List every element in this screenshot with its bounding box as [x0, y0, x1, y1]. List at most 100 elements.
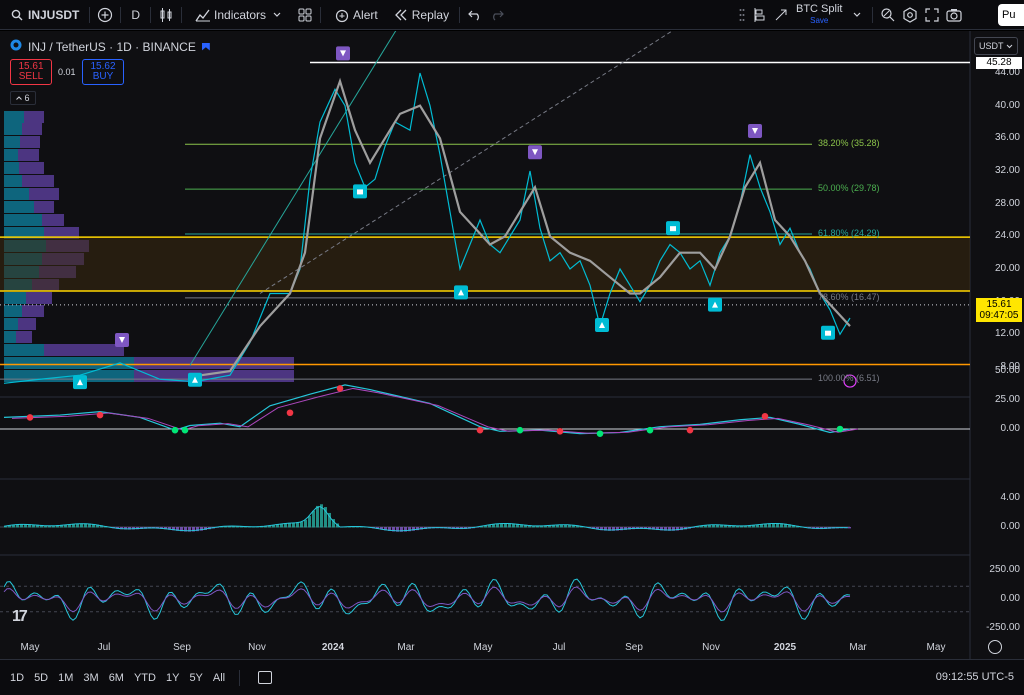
- oscillator-cross-dot[interactable]: [336, 385, 344, 392]
- oscillator-cross-dot[interactable]: [476, 426, 484, 434]
- redo-icon[interactable]: [486, 4, 508, 26]
- volume-profile-bar: [4, 318, 18, 330]
- range-button-1m[interactable]: 1M: [58, 672, 73, 684]
- layout-save-status: Save: [810, 16, 829, 25]
- split-icon[interactable]: [770, 4, 792, 26]
- range-button-all[interactable]: All: [213, 672, 225, 684]
- lock-icon: [670, 226, 676, 232]
- volume-profile-bar: [134, 357, 294, 369]
- symbol-search[interactable]: INJUSDT: [0, 0, 85, 30]
- chart-area[interactable]: INJ / TetherUS · 1D · BINANCE 15.61 SELL…: [0, 31, 1024, 659]
- calendar-icon[interactable]: [258, 671, 273, 684]
- oscillator-cross-dot[interactable]: [646, 426, 654, 434]
- divider: [150, 6, 152, 23]
- range-button-5d[interactable]: 5D: [34, 672, 48, 684]
- range-button-3m[interactable]: 3M: [83, 672, 98, 684]
- oscillator-cross-dot[interactable]: [686, 426, 694, 434]
- indicators-collapse-button[interactable]: 6: [10, 91, 36, 105]
- oscillator-signal-line[interactable]: [11, 387, 859, 434]
- replay-label: Replay: [411, 7, 450, 22]
- volume-profile-bar: [18, 318, 36, 330]
- interval-button[interactable]: D: [125, 0, 146, 30]
- range-button-6m[interactable]: 6M: [109, 672, 124, 684]
- divider: [459, 6, 461, 23]
- oscillator-cross-dot[interactable]: [96, 411, 104, 419]
- volume-profile-bar: [4, 149, 18, 161]
- volume-profile-bar: [18, 149, 39, 161]
- flag-icon[interactable]: [201, 42, 210, 51]
- chevron-down-icon[interactable]: [266, 4, 288, 26]
- rewind-icon: [390, 4, 412, 26]
- quick-search-icon[interactable]: [877, 4, 899, 26]
- layout-name-button[interactable]: BTC Split Save: [796, 4, 842, 26]
- chevron-down-icon: [1006, 44, 1013, 48]
- time-axis-label: Sep: [625, 642, 643, 653]
- chart-canvas[interactable]: [0, 31, 1024, 659]
- oscillator-cross-dot[interactable]: [556, 428, 564, 435]
- oscillator-cross-dot[interactable]: [596, 430, 604, 437]
- range-button-ytd[interactable]: YTD: [134, 672, 156, 684]
- undo-icon[interactable]: [464, 4, 486, 26]
- volume-profile-bar: [42, 214, 64, 226]
- replay-button[interactable]: Replay: [384, 0, 455, 30]
- volume-profile-bar: [44, 344, 124, 356]
- volume-profile-bar: [20, 136, 40, 148]
- alert-button[interactable]: Alert: [325, 0, 384, 30]
- tradingview-logo[interactable]: 17: [12, 608, 28, 626]
- currency-label: USDT: [979, 41, 1004, 51]
- pane-axis-label: 50.00: [994, 365, 1020, 376]
- bar-countdown: 09:47:05: [979, 310, 1019, 321]
- date-range-list: 1D 5D 1M 3M 6M YTD 1Y 5Y All: [10, 672, 235, 684]
- price-line[interactable]: [3, 72, 851, 384]
- chevron-up-icon: [16, 96, 23, 100]
- oscillator-cross-dot[interactable]: [516, 426, 524, 434]
- oscillator-cross-dot[interactable]: [761, 412, 769, 420]
- time-axis-label: 2025: [773, 642, 797, 653]
- fullscreen-icon[interactable]: [921, 4, 943, 26]
- oscillator-cross-dot[interactable]: [26, 414, 34, 421]
- alert-label: Alert: [353, 7, 378, 22]
- divider: [181, 6, 183, 23]
- volume-profile-bar: [24, 111, 44, 123]
- time-axis-label: Nov: [702, 642, 720, 653]
- axis-settings-icon[interactable]: [988, 640, 1002, 654]
- price-axis-label: 20.00: [994, 263, 1020, 274]
- price-axis-label: 28.00: [994, 197, 1020, 209]
- oscillator-cross-dot[interactable]: [286, 409, 294, 417]
- compare-plus-icon[interactable]: [94, 4, 116, 26]
- time-axis-label: May: [926, 642, 946, 653]
- top-toolbar: INJUSDT D Indicators Alert Replay BTC Sp…: [0, 0, 1024, 30]
- clock[interactable]: 09:12:55 UTC-5: [936, 671, 1014, 683]
- volume-profile-bar: [4, 123, 22, 135]
- range-button-1d[interactable]: 1D: [10, 672, 24, 684]
- candles-icon[interactable]: [155, 4, 177, 26]
- volume-profile-bar: [4, 136, 20, 148]
- oscillator-cross-dot[interactable]: [171, 426, 179, 434]
- cci-signal-line[interactable]: [3, 586, 851, 613]
- cci-line[interactable]: [3, 578, 851, 622]
- settings-gear-icon[interactable]: [899, 4, 921, 26]
- oscillator-line[interactable]: [3, 384, 851, 435]
- volume-profile-bar: [19, 162, 44, 174]
- indicators-button[interactable]: Indicators: [186, 0, 294, 30]
- sell-button[interactable]: 15.61 SELL: [10, 59, 52, 85]
- layout-grid-icon[interactable]: [294, 4, 316, 26]
- drag-handle-icon[interactable]: [736, 4, 748, 26]
- volume-profile-bar: [22, 175, 54, 187]
- divider: [320, 6, 322, 23]
- trend-line[interactable]: [189, 31, 420, 366]
- sell-label: SELL: [18, 71, 44, 82]
- volume-profile-bar: [34, 201, 54, 213]
- oscillator-cross-dot[interactable]: [836, 425, 844, 433]
- oscillator-cross-dot[interactable]: [181, 426, 189, 434]
- camera-icon[interactable]: [943, 4, 965, 26]
- currency-select[interactable]: USDT: [974, 37, 1018, 55]
- chevron-down-icon[interactable]: [846, 4, 868, 26]
- pane-axis-label: 250.00: [989, 564, 1020, 575]
- strategy-icon[interactable]: [748, 4, 770, 26]
- publish-button[interactable]: Pu: [998, 4, 1024, 26]
- range-button-1y[interactable]: 1Y: [166, 672, 179, 684]
- bottom-toolbar: 1D 5D 1M 3M 6M YTD 1Y 5Y All 09:12:55 UTC-5: [0, 659, 1024, 695]
- buy-button[interactable]: 15.62 BUY: [82, 59, 124, 85]
- range-button-5y[interactable]: 5Y: [189, 672, 202, 684]
